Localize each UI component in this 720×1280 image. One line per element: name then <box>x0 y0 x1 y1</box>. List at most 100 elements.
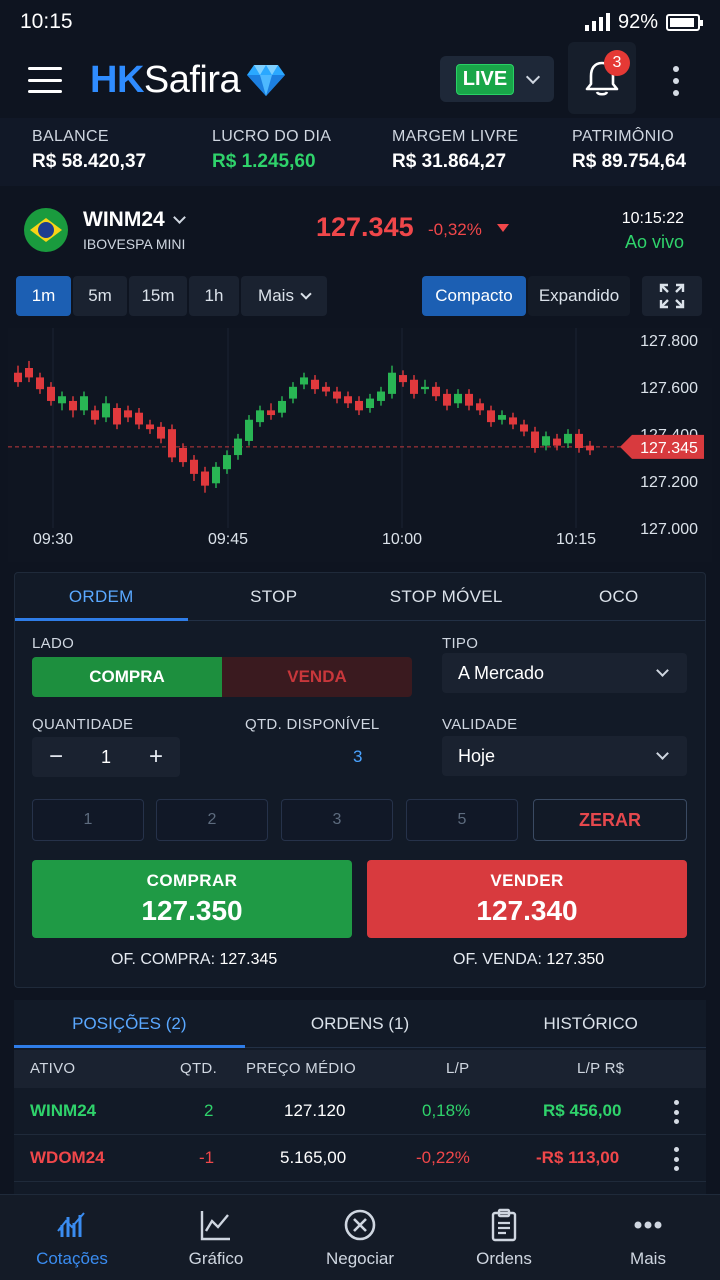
quick-qty-3[interactable]: 3 <box>281 799 393 841</box>
candle <box>344 396 352 404</box>
quantity-value[interactable]: 1 <box>101 747 111 768</box>
instrument-header: WINM24 IBOVESPA MINI 127.345 -0,32% 10:1… <box>0 198 720 264</box>
y-tick-label: 127.600 <box>640 380 698 397</box>
candle <box>190 459 198 474</box>
tf-5m[interactable]: 5m <box>73 276 127 316</box>
tf-1m[interactable]: 1m <box>16 276 71 316</box>
symbol-description: IBOVESPA MINI <box>83 236 186 252</box>
candle <box>36 377 44 390</box>
nav-orders[interactable]: Ordens <box>432 1195 576 1280</box>
reset-button[interactable]: ZERAR <box>533 799 687 841</box>
candle <box>322 386 330 392</box>
live-status: Ao vivo <box>624 232 684 252</box>
best-bid: OF. COMPRA: 127.345 <box>111 951 278 968</box>
price-change: -0,32% <box>428 220 482 239</box>
candle <box>399 375 407 383</box>
table-row[interactable]: WINM24 2 127.120 0,18% R$ 456,00 <box>14 1088 706 1135</box>
chevron-down-icon <box>526 69 541 84</box>
fullscreen-button[interactable] <box>642 276 702 316</box>
candle <box>135 412 143 425</box>
chevron-down-icon <box>656 747 669 760</box>
candle <box>531 431 539 448</box>
tab-trailing-stop[interactable]: STOP MÓVEL <box>360 573 533 620</box>
order-panel: ORDEM STOP STOP MÓVEL OCO LADO COMPRA VE… <box>14 572 706 988</box>
tab-order[interactable]: ORDEM <box>15 573 188 621</box>
candle <box>498 415 506 420</box>
candle <box>443 393 451 406</box>
side-buy-button[interactable]: COMPRA <box>32 657 222 697</box>
side-toggle: COMPRA VENDA <box>32 657 412 697</box>
menu-icon[interactable] <box>28 67 62 93</box>
tab-orders[interactable]: ORDENS (1) <box>245 1000 476 1047</box>
tf-15m[interactable]: 15m <box>129 276 187 316</box>
quick-qty-2[interactable]: 2 <box>156 799 268 841</box>
candle <box>245 419 253 441</box>
price-chart[interactable]: 127.800127.600127.400127.200127.00009:30… <box>8 328 712 562</box>
table-row[interactable]: WDOM24 -1 5.165,00 -0,22% -R$ 113,00 <box>14 1135 706 1182</box>
tf-1h[interactable]: 1h <box>189 276 239 316</box>
quote-time: 10:15:22 <box>621 210 684 227</box>
candle <box>476 403 484 411</box>
tf-more[interactable]: Mais <box>241 276 327 316</box>
nav-chart[interactable]: Gráfico <box>144 1195 288 1280</box>
side-label: LADO <box>32 635 75 652</box>
chevron-down-icon <box>300 287 312 300</box>
quick-qty-1[interactable]: 1 <box>32 799 144 841</box>
app-logo: HK Safira <box>90 59 286 102</box>
more-options-icon[interactable] <box>668 66 684 96</box>
row-menu-icon[interactable] <box>674 1100 680 1124</box>
candle <box>69 400 77 411</box>
nav-trade[interactable]: Negociar <box>288 1195 432 1280</box>
candle <box>465 393 473 406</box>
validity-label: VALIDADE <box>442 716 518 733</box>
x-tick-label: 09:30 <box>33 531 73 548</box>
view-compact[interactable]: Compacto <box>422 276 526 316</box>
nav-quotes[interactable]: Cotações <box>0 1195 144 1280</box>
sell-button[interactable]: VENDER 127.340 <box>367 860 687 938</box>
candle <box>234 438 242 456</box>
brazil-flag-icon <box>24 208 68 252</box>
x-tick-label: 10:15 <box>556 531 596 548</box>
decrease-button[interactable]: − <box>46 743 66 771</box>
candle <box>113 408 121 425</box>
quick-qty-5[interactable]: 5 <box>406 799 518 841</box>
account-summary: BALANCE R$ 58.420,37 LUCRO DO DIA R$ 1.2… <box>0 118 720 186</box>
candle <box>102 403 110 418</box>
more-icon <box>634 1221 662 1229</box>
notifications-button[interactable]: 3 <box>568 42 636 114</box>
summary-balance: BALANCE R$ 58.420,37 <box>32 128 147 172</box>
clipboard-icon <box>491 1208 517 1242</box>
tab-positions[interactable]: POSIÇÕES (2) <box>14 1000 245 1048</box>
candle <box>542 436 550 446</box>
account-mode-select[interactable]: LIVE <box>440 56 554 102</box>
view-expanded[interactable]: Expandido <box>528 276 630 316</box>
symbol-selector[interactable]: WINM24 <box>83 208 186 232</box>
candle <box>553 438 561 446</box>
diamond-icon <box>247 65 286 96</box>
increase-button[interactable]: + <box>146 743 166 771</box>
nav-more[interactable]: Mais <box>576 1195 720 1280</box>
trade-icon <box>344 1209 376 1241</box>
tab-history[interactable]: HISTÓRICO <box>475 1000 706 1047</box>
row-menu-icon[interactable] <box>674 1147 680 1171</box>
tab-stop[interactable]: STOP <box>188 573 361 620</box>
order-type-select[interactable]: A Mercado <box>442 653 687 693</box>
validity-select[interactable]: Hoje <box>442 736 687 776</box>
candle <box>58 396 66 404</box>
chevron-down-icon <box>656 664 669 677</box>
positions-panel: POSIÇÕES (2) ORDENS (1) HISTÓRICO ATIVO … <box>14 1000 706 1200</box>
y-tick-label: 127.200 <box>640 474 698 491</box>
quotes-icon <box>57 1212 85 1237</box>
signal-icon <box>584 13 610 31</box>
bottom-nav: Cotações Gráfico Negociar Ordens Mais <box>0 1194 720 1280</box>
summary-daily-profit: LUCRO DO DIA R$ 1.245,60 <box>212 128 332 172</box>
battery-icon <box>666 13 703 31</box>
tab-oco[interactable]: OCO <box>533 573 706 620</box>
candle <box>586 445 594 451</box>
timeframe-bar: 1m 5m 15m 1h Mais Compacto Expandido <box>16 276 704 316</box>
notification-count: 3 <box>604 50 630 76</box>
side-sell-button[interactable]: VENDA <box>222 657 412 697</box>
buy-button[interactable]: COMPRAR 127.350 <box>32 860 352 938</box>
fullscreen-icon <box>659 283 685 309</box>
candle <box>157 426 165 439</box>
